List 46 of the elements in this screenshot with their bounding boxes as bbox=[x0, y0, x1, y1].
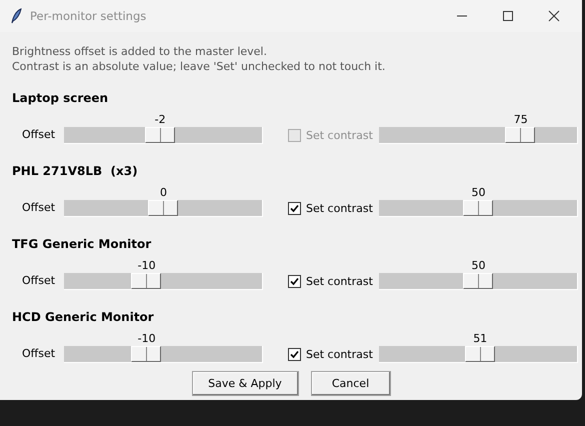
offset-label: Offset bbox=[21, 347, 56, 362]
slider-thumb[interactable] bbox=[464, 346, 495, 362]
slider-value: 50 bbox=[472, 259, 486, 272]
close-icon[interactable] bbox=[548, 10, 560, 22]
checkmark-icon bbox=[289, 349, 300, 360]
slider-value: 51 bbox=[473, 332, 488, 345]
offset-slider[interactable] bbox=[64, 200, 263, 217]
slider-thumb[interactable] bbox=[131, 346, 162, 362]
slider-value: 0 bbox=[160, 186, 167, 199]
contrast-slider[interactable] bbox=[379, 273, 578, 290]
cancel-button[interactable]: Cancel bbox=[310, 371, 390, 396]
slider-thumb[interactable] bbox=[144, 127, 175, 143]
checkmark-icon bbox=[289, 276, 300, 287]
info-text: Contrast is an absolute value; leave 'Set' unchecked to not touch it. bbox=[12, 59, 386, 74]
offset-label: Offset bbox=[21, 128, 56, 143]
save-button[interactable]: Save & Apply bbox=[192, 371, 298, 396]
contrast-slider[interactable] bbox=[379, 346, 578, 363]
slider-thumb[interactable] bbox=[131, 273, 162, 289]
monitor-heading: TFG Generic Monitor bbox=[12, 237, 152, 253]
maximize-icon[interactable] bbox=[502, 10, 514, 22]
slider-value: 75 bbox=[514, 113, 528, 126]
offset-label: Offset bbox=[21, 274, 56, 289]
contrast-slider[interactable] bbox=[379, 200, 578, 217]
set-contrast-checkbox[interactable]: Set contrast bbox=[288, 275, 379, 290]
offset-label: Offset bbox=[21, 201, 56, 216]
slider-thumb[interactable] bbox=[505, 127, 535, 143]
monitor-heading: PHL 271V8LB (x3) bbox=[12, 164, 139, 180]
offset-slider[interactable] bbox=[64, 127, 263, 144]
slider-thumb[interactable] bbox=[463, 200, 493, 216]
slider-value: 50 bbox=[472, 186, 486, 199]
offset-slider[interactable] bbox=[64, 346, 263, 363]
set-contrast-checkbox[interactable]: Set contrast bbox=[288, 348, 379, 363]
offset-slider[interactable] bbox=[64, 273, 263, 290]
monitor-heading: Laptop screen bbox=[12, 91, 110, 107]
window-title: Per-monitor settings bbox=[30, 9, 148, 23]
feather-icon bbox=[10, 8, 22, 24]
slider-value: -10 bbox=[138, 259, 156, 272]
slider-thumb[interactable] bbox=[463, 273, 493, 289]
contrast-slider[interactable] bbox=[379, 127, 578, 144]
slider-thumb[interactable] bbox=[148, 200, 178, 216]
slider-value: -2 bbox=[154, 113, 166, 126]
monitor-heading: HCD Generic Monitor bbox=[12, 310, 155, 326]
set-contrast-checkbox[interactable]: Set contrast bbox=[288, 202, 379, 217]
checkmark-icon bbox=[289, 203, 300, 214]
slider-value: -10 bbox=[138, 332, 156, 345]
info-text: Brightness offset is added to the master level. bbox=[12, 44, 268, 59]
